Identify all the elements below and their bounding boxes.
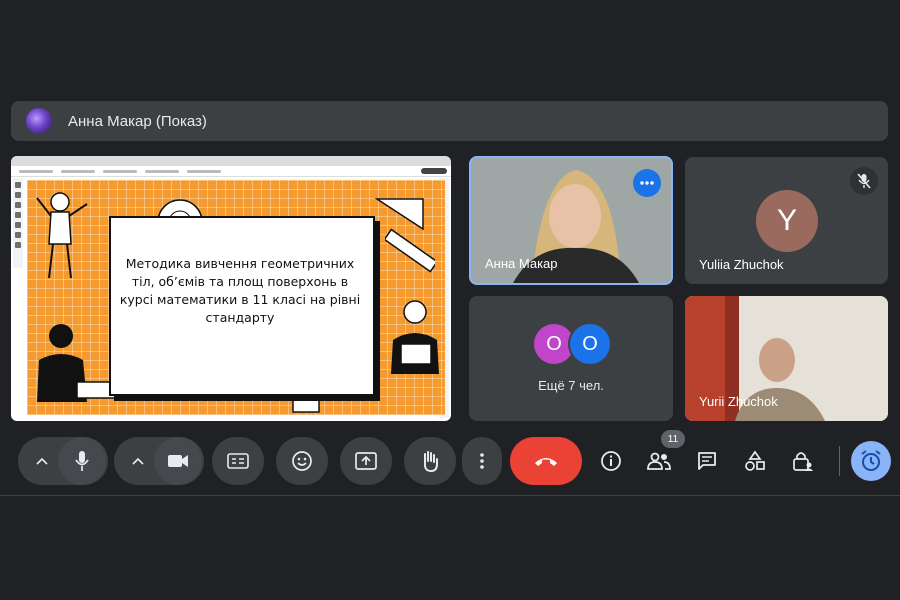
student-illustration xyxy=(36,192,88,279)
mic-off-icon xyxy=(857,173,871,189)
avatar: O xyxy=(534,324,574,364)
avatar: O xyxy=(570,324,610,364)
activities-button[interactable] xyxy=(735,437,775,485)
slides-menu-bar xyxy=(11,166,451,177)
more-participants-label: Ещё 7 чел. xyxy=(538,378,604,393)
end-call-button[interactable] xyxy=(510,437,582,485)
video-settings-button[interactable] xyxy=(118,437,158,485)
bottom-divider xyxy=(0,495,900,496)
alarm-icon xyxy=(861,450,881,471)
more-vert-icon xyxy=(480,453,484,469)
slides-share-button xyxy=(421,168,447,174)
participant-tile-yurii[interactable]: Yurii Zhuchok xyxy=(685,296,888,421)
set-square-illustration xyxy=(375,198,424,231)
meeting-info-button[interactable] xyxy=(591,437,631,485)
mic-button[interactable] xyxy=(58,437,106,485)
captions-button[interactable] xyxy=(212,437,264,485)
camera-button[interactable] xyxy=(154,437,202,485)
videocam-icon xyxy=(168,455,188,467)
emoji-icon xyxy=(292,451,312,471)
present-screen-button[interactable] xyxy=(340,437,392,485)
toolbar-divider xyxy=(839,446,840,476)
participant-name: Анна Макар xyxy=(485,256,558,271)
shared-screen[interactable]: Методика вивчення геометричних тіл, об’є… xyxy=(11,156,451,421)
call-end-icon xyxy=(535,458,557,466)
raise-hand-button[interactable] xyxy=(404,437,456,485)
lock-person-icon xyxy=(793,452,813,471)
chat-button[interactable] xyxy=(687,437,727,485)
presenter-banner: Анна Макар (Показ) xyxy=(11,101,888,141)
chat-icon xyxy=(698,452,716,470)
activities-icon xyxy=(745,450,765,471)
mic-icon xyxy=(75,451,89,471)
more-options-menu-button[interactable] xyxy=(462,437,502,485)
present-to-all-icon xyxy=(355,452,377,470)
more-horiz-icon xyxy=(640,181,654,185)
muted-indicator xyxy=(850,167,878,195)
people-icon xyxy=(647,452,671,470)
participant-name: Yuliia Zhuchok xyxy=(699,257,784,272)
call-controls: 11 xyxy=(0,430,900,492)
participant-tile-yuliia[interactable]: Y Yuliia Zhuchok xyxy=(685,157,888,284)
ruler-illustration xyxy=(385,228,435,273)
participant-name: Yurii Zhuchok xyxy=(699,394,778,409)
timer-button[interactable] xyxy=(851,441,891,481)
presenter-name: Анна Макар (Показ) xyxy=(68,112,207,130)
emoji-button[interactable] xyxy=(276,437,328,485)
chevron-up-icon xyxy=(36,457,48,465)
top-blank-area xyxy=(0,0,900,88)
avatar: Y xyxy=(756,190,818,252)
participant-tile-anna[interactable]: Анна Макар xyxy=(469,156,673,285)
presenter-avatar xyxy=(26,108,52,134)
host-controls-button[interactable] xyxy=(783,437,823,485)
audio-settings-button[interactable] xyxy=(22,437,62,485)
browser-tabs xyxy=(11,156,451,166)
info-icon xyxy=(601,451,621,471)
more-participants-tile[interactable]: O O Ещё 7 чел. xyxy=(469,296,673,421)
slide-title: Методика вивчення геометричних тіл, об’є… xyxy=(119,256,361,325)
more-options-button[interactable] xyxy=(633,169,661,197)
slides-left-toolbar xyxy=(13,178,23,268)
chevron-up-icon xyxy=(132,457,144,465)
teacher-illustration xyxy=(391,300,439,374)
people-button[interactable] xyxy=(639,437,679,485)
hand-icon xyxy=(423,451,438,472)
captions-icon xyxy=(227,453,249,469)
